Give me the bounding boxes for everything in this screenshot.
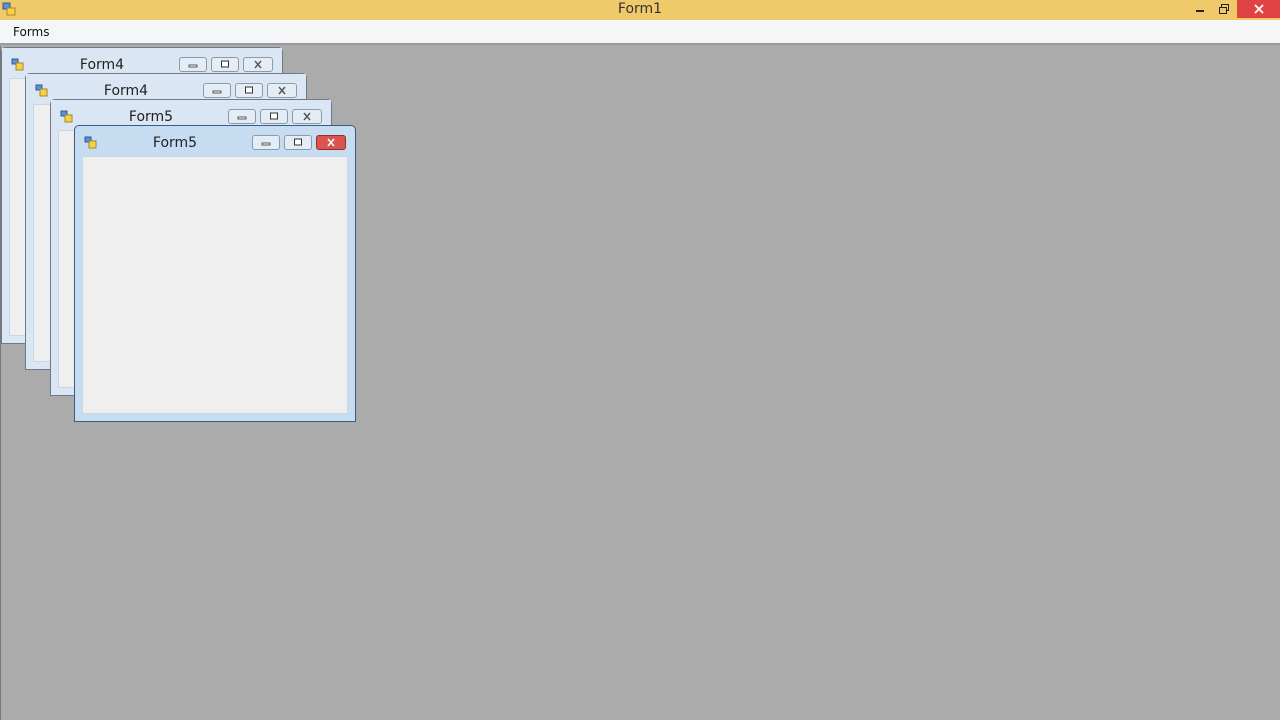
child-maximize-button[interactable] xyxy=(284,135,312,150)
mdi-child-window-active[interactable]: Form5 xyxy=(74,125,356,422)
close-icon xyxy=(303,112,311,121)
minimize-icon xyxy=(237,116,247,119)
menu-item-forms[interactable]: Forms xyxy=(13,25,49,39)
minimize-icon xyxy=(1196,10,1204,12)
child-window-title: Form5 xyxy=(128,109,174,125)
child-minimize-button[interactable] xyxy=(228,109,256,124)
maximize-icon xyxy=(245,86,253,94)
child-maximize-button[interactable] xyxy=(211,57,239,72)
main-title-bar[interactable]: Form1 xyxy=(0,0,1280,20)
minimize-icon xyxy=(261,142,271,145)
child-close-button[interactable] xyxy=(292,109,322,124)
child-minimize-button[interactable] xyxy=(252,135,280,150)
restore-button[interactable] xyxy=(1210,0,1238,18)
close-icon xyxy=(1253,4,1264,14)
minimize-icon xyxy=(212,90,222,93)
child-window-title: Form5 xyxy=(152,135,198,151)
child-close-button[interactable] xyxy=(267,83,297,98)
maximize-icon xyxy=(221,60,229,68)
child-title-bar[interactable]: Form4 xyxy=(2,48,282,76)
child-window-title: Form4 xyxy=(103,83,149,99)
child-title-bar[interactable]: Form4 xyxy=(26,74,306,102)
child-title-bar[interactable]: Form5 xyxy=(51,100,331,128)
child-close-button[interactable] xyxy=(243,57,273,72)
child-minimize-button[interactable] xyxy=(203,83,231,98)
child-minimize-button[interactable] xyxy=(179,57,207,72)
child-close-button[interactable] xyxy=(316,135,346,150)
maximize-icon xyxy=(270,112,278,120)
child-maximize-button[interactable] xyxy=(235,83,263,98)
child-maximize-button[interactable] xyxy=(260,109,288,124)
child-client-area xyxy=(82,156,348,414)
close-button[interactable] xyxy=(1237,0,1280,18)
close-icon xyxy=(254,60,262,69)
close-icon xyxy=(278,86,286,95)
child-window-title: Form4 xyxy=(79,57,125,73)
close-icon xyxy=(327,138,335,147)
maximize-icon xyxy=(294,138,302,146)
minimize-icon xyxy=(188,64,198,67)
child-title-bar[interactable]: Form5 xyxy=(75,126,355,154)
menu-bar: Forms xyxy=(0,20,1280,45)
window-title: Form1 xyxy=(617,1,663,17)
restore-icon xyxy=(1219,4,1229,14)
